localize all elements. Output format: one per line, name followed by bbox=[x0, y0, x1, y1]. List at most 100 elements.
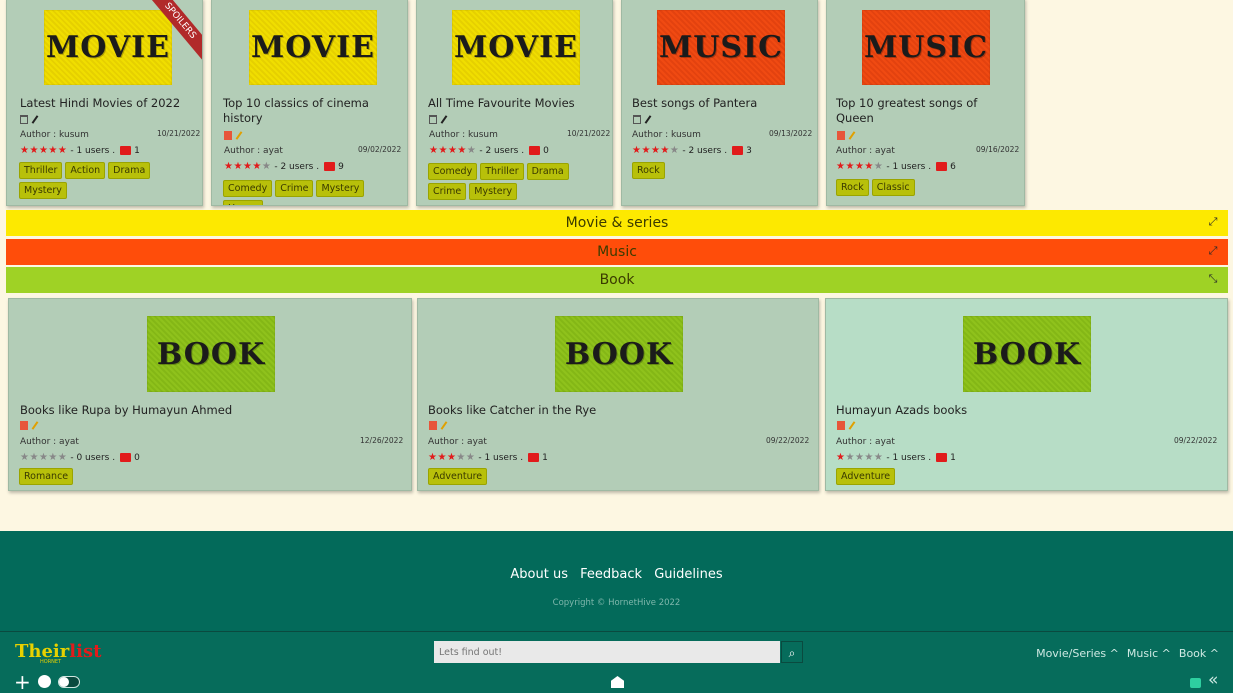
edit-icon[interactable] bbox=[440, 115, 448, 124]
comment-icon[interactable] bbox=[120, 453, 132, 462]
star-icon[interactable]: ★ bbox=[660, 145, 669, 156]
home-icon[interactable] bbox=[611, 676, 624, 688]
star-icon[interactable]: ★ bbox=[641, 145, 650, 156]
star-rating[interactable]: ★★★★★ bbox=[20, 145, 67, 156]
card-title[interactable]: Top 10 greatest songs of Queen bbox=[836, 96, 996, 126]
card-title[interactable]: Books like Rupa by Humayun Ahmed bbox=[20, 403, 320, 418]
star-rating[interactable]: ★★★★★ bbox=[20, 452, 67, 463]
genre-tag[interactable]: Action bbox=[65, 162, 106, 179]
delete-icon[interactable] bbox=[633, 115, 641, 124]
edit-icon[interactable] bbox=[644, 115, 652, 124]
list-card[interactable]: BOOK Books like Rupa by Humayun Ahmed Au… bbox=[8, 298, 412, 491]
list-card[interactable]: MUSIC Best songs of Pantera Author : kus… bbox=[621, 0, 818, 206]
star-icon[interactable]: ★ bbox=[438, 145, 447, 156]
star-icon[interactable]: ★ bbox=[864, 161, 873, 172]
nav-book[interactable]: Book ^ bbox=[1179, 647, 1219, 660]
chat-icon[interactable] bbox=[1190, 678, 1201, 688]
footer-link-feedback[interactable]: Feedback bbox=[580, 567, 642, 582]
genre-tag[interactable]: Adventure bbox=[428, 468, 488, 485]
search-input[interactable] bbox=[434, 641, 780, 663]
star-icon[interactable]: ★ bbox=[651, 145, 660, 156]
genre-tag[interactable]: Comedy bbox=[223, 180, 273, 197]
edit-icon[interactable] bbox=[440, 421, 448, 430]
expand-icon[interactable]: ⤢ bbox=[1206, 215, 1220, 229]
star-icon[interactable]: ★ bbox=[874, 452, 883, 463]
delete-icon[interactable] bbox=[20, 115, 28, 124]
star-icon[interactable]: ★ bbox=[58, 145, 67, 156]
genre-tag[interactable]: Rock bbox=[632, 162, 665, 179]
comment-icon[interactable] bbox=[529, 146, 541, 155]
comment-icon[interactable] bbox=[120, 146, 132, 155]
comment-icon[interactable] bbox=[936, 453, 948, 462]
star-icon[interactable]: ★ bbox=[845, 452, 854, 463]
delete-icon[interactable] bbox=[429, 115, 437, 124]
star-icon[interactable]: ★ bbox=[48, 145, 57, 156]
star-icon[interactable]: ★ bbox=[243, 161, 252, 172]
star-icon[interactable]: ★ bbox=[29, 452, 38, 463]
plus-icon[interactable]: + bbox=[14, 672, 31, 692]
delete-icon[interactable] bbox=[837, 131, 845, 140]
star-icon[interactable]: ★ bbox=[670, 145, 679, 156]
star-icon[interactable]: ★ bbox=[466, 452, 475, 463]
star-icon[interactable]: ★ bbox=[447, 452, 456, 463]
genre-tag[interactable]: Thriller bbox=[19, 162, 63, 179]
genre-tag[interactable]: Drama bbox=[108, 162, 151, 179]
star-icon[interactable]: ★ bbox=[48, 452, 57, 463]
star-icon[interactable]: ★ bbox=[845, 161, 854, 172]
card-title[interactable]: Books like Catcher in the Rye bbox=[428, 403, 728, 418]
nav-movie-series[interactable]: Movie/Series ^ bbox=[1036, 647, 1119, 660]
star-icon[interactable]: ★ bbox=[29, 145, 38, 156]
theme-toggle[interactable] bbox=[58, 676, 80, 688]
delete-icon[interactable] bbox=[20, 421, 28, 430]
edit-icon[interactable] bbox=[848, 131, 856, 140]
star-icon[interactable]: ★ bbox=[874, 161, 883, 172]
delete-icon[interactable] bbox=[837, 421, 845, 430]
edit-icon[interactable] bbox=[31, 421, 39, 430]
genre-tag[interactable]: Mystery bbox=[316, 180, 365, 197]
star-icon[interactable]: ★ bbox=[456, 452, 465, 463]
comment-icon[interactable] bbox=[528, 453, 540, 462]
star-icon[interactable]: ★ bbox=[457, 145, 466, 156]
edit-icon[interactable] bbox=[31, 115, 39, 124]
delete-icon[interactable] bbox=[429, 421, 437, 430]
comment-icon[interactable] bbox=[936, 162, 948, 171]
section-bar-movie-series[interactable]: Movie & series ⤢ bbox=[6, 210, 1228, 236]
user-icon[interactable] bbox=[38, 675, 51, 688]
star-rating[interactable]: ★★★★★ bbox=[836, 161, 883, 172]
star-rating[interactable]: ★★★★★ bbox=[224, 161, 271, 172]
footer-link-about[interactable]: About us bbox=[510, 567, 568, 582]
expand-icon[interactable]: ⤢ bbox=[1206, 244, 1220, 258]
delete-icon[interactable] bbox=[224, 131, 232, 140]
section-bar-book[interactable]: Book ⤡ bbox=[6, 267, 1228, 293]
star-icon[interactable]: ★ bbox=[448, 145, 457, 156]
card-title[interactable]: All Time Favourite Movies bbox=[428, 96, 608, 111]
collapse-sidebar-icon[interactable]: « bbox=[1208, 670, 1218, 690]
genre-tag[interactable]: Crime bbox=[428, 183, 467, 200]
star-icon[interactable]: ★ bbox=[855, 452, 864, 463]
card-title[interactable]: Latest Hindi Movies of 2022 bbox=[20, 96, 195, 111]
comment-icon[interactable] bbox=[324, 162, 336, 171]
edit-icon[interactable] bbox=[235, 131, 243, 140]
footer-link-guidelines[interactable]: Guidelines bbox=[654, 567, 722, 582]
star-icon[interactable]: ★ bbox=[437, 452, 446, 463]
star-icon[interactable]: ★ bbox=[39, 452, 48, 463]
star-icon[interactable]: ★ bbox=[864, 452, 873, 463]
star-icon[interactable]: ★ bbox=[58, 452, 67, 463]
star-rating[interactable]: ★★★★★ bbox=[428, 452, 475, 463]
star-rating[interactable]: ★★★★★ bbox=[632, 145, 679, 156]
star-icon[interactable]: ★ bbox=[855, 161, 864, 172]
card-title[interactable]: Top 10 classics of cinema history bbox=[223, 96, 383, 126]
nav-music[interactable]: Music ^ bbox=[1127, 647, 1171, 660]
genre-tag[interactable]: Horror bbox=[223, 200, 264, 205]
list-card[interactable]: MUSIC Top 10 greatest songs of Queen Aut… bbox=[826, 0, 1025, 206]
list-card[interactable]: BOOK Humayun Azads books Author : ayat 0… bbox=[825, 298, 1228, 491]
collapse-icon[interactable]: ⤡ bbox=[1206, 272, 1220, 286]
card-title[interactable]: Best songs of Pantera bbox=[632, 96, 812, 111]
genre-tag[interactable]: Adventure bbox=[836, 468, 896, 485]
list-card[interactable]: MOVIE Top 10 classics of cinema history … bbox=[211, 0, 408, 206]
genre-tag[interactable]: Mystery bbox=[19, 182, 67, 199]
genre-tag[interactable]: Mystery bbox=[469, 183, 518, 200]
section-bar-music[interactable]: Music ⤢ bbox=[6, 239, 1228, 265]
list-card[interactable]: BOOK Books like Catcher in the Rye Autho… bbox=[417, 298, 819, 491]
comment-icon[interactable] bbox=[732, 146, 744, 155]
